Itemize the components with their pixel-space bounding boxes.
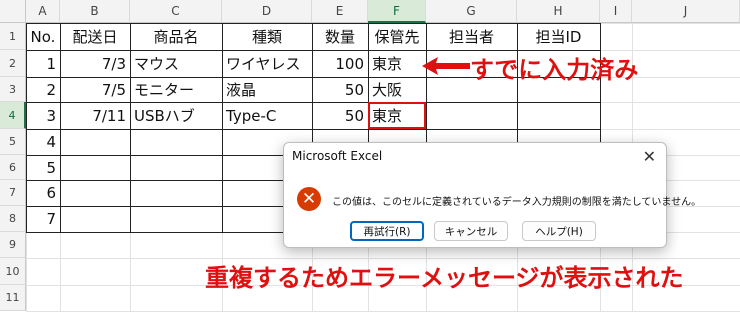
- error-icon: ✕: [297, 187, 321, 211]
- column-header-a[interactable]: A: [26, 0, 60, 23]
- cell[interactable]: USBハブ: [130, 102, 222, 129]
- cell[interactable]: 5: [26, 155, 60, 180]
- cell[interactable]: ワイヤレス: [222, 50, 312, 77]
- row-header-1[interactable]: 1: [0, 23, 26, 50]
- cell[interactable]: マウス: [130, 50, 222, 77]
- row-header-5[interactable]: 5: [0, 129, 26, 155]
- column-header-h[interactable]: H: [517, 0, 600, 23]
- help-button[interactable]: ヘルプ(H): [522, 221, 596, 241]
- row-header-6[interactable]: 6: [0, 155, 26, 180]
- cell[interactable]: モニター: [130, 77, 222, 102]
- cell[interactable]: 種類: [222, 23, 312, 50]
- row-header-4[interactable]: 4: [0, 102, 26, 129]
- column-header-g[interactable]: G: [426, 0, 517, 23]
- cell[interactable]: 7/11: [60, 102, 130, 129]
- cell[interactable]: 50: [312, 77, 368, 102]
- select-all-corner[interactable]: [0, 0, 26, 23]
- row-header-11[interactable]: 11: [0, 285, 26, 311]
- cell[interactable]: 50: [312, 102, 368, 129]
- cell[interactable]: 7/3: [60, 50, 130, 77]
- row-header-8[interactable]: 8: [0, 206, 26, 232]
- arrow-left-icon: [422, 57, 470, 75]
- cell[interactable]: 保管先: [368, 23, 426, 50]
- cell[interactable]: 担当ID: [517, 23, 600, 50]
- column-header-c[interactable]: C: [130, 0, 222, 23]
- row-header-2[interactable]: 2: [0, 50, 26, 77]
- cell[interactable]: 配送日: [60, 23, 130, 50]
- cell[interactable]: 3: [26, 102, 60, 129]
- close-icon[interactable]: ✕: [643, 147, 656, 166]
- column-header-e[interactable]: E: [312, 0, 368, 23]
- cell[interactable]: 6: [26, 180, 60, 206]
- selected-cell-highlight: [368, 102, 426, 129]
- cell[interactable]: 商品名: [130, 23, 222, 50]
- retry-button[interactable]: 再試行(R): [350, 221, 424, 241]
- cell[interactable]: 数量: [312, 23, 368, 50]
- column-header-i[interactable]: I: [600, 0, 632, 23]
- column-header-d[interactable]: D: [222, 0, 312, 23]
- row-header-7[interactable]: 7: [0, 180, 26, 206]
- annotation-already-entered: すでに入力済み: [470, 56, 639, 84]
- cell[interactable]: 100: [312, 50, 368, 77]
- cell[interactable]: No.: [26, 23, 60, 50]
- cell[interactable]: Type-C: [222, 102, 312, 129]
- row-header-3[interactable]: 3: [0, 77, 26, 102]
- column-header-f[interactable]: F: [368, 0, 426, 23]
- dialog-title: Microsoft Excel: [292, 149, 383, 163]
- dialog-message: この値は、このセルに定義されているデータ入力規則の制限を満たしていません。: [332, 197, 702, 208]
- table-border-h: [26, 129, 601, 130]
- cell[interactable]: 7: [26, 206, 60, 232]
- cancel-button[interactable]: キャンセル: [434, 221, 508, 241]
- cell[interactable]: 4: [26, 129, 60, 155]
- cell[interactable]: 液晶: [222, 77, 312, 102]
- validation-error-dialog: Microsoft Excel ✕ ✕ この値は、このセルに定義されているデータ…: [283, 142, 701, 248]
- cell[interactable]: 大阪: [368, 77, 426, 102]
- cell[interactable]: 2: [26, 77, 60, 102]
- cell[interactable]: 担当者: [426, 23, 517, 50]
- cell[interactable]: 東京: [368, 50, 426, 77]
- column-header-b[interactable]: B: [60, 0, 130, 23]
- cell[interactable]: 1: [26, 50, 60, 77]
- row-header-9[interactable]: 9: [0, 232, 26, 258]
- cell[interactable]: 7/5: [60, 77, 130, 102]
- annotation-error-note: 重複するためエラーメッセージが表示された: [205, 264, 684, 292]
- column-header-j[interactable]: J: [632, 0, 740, 23]
- row-header-10[interactable]: 10: [0, 258, 26, 285]
